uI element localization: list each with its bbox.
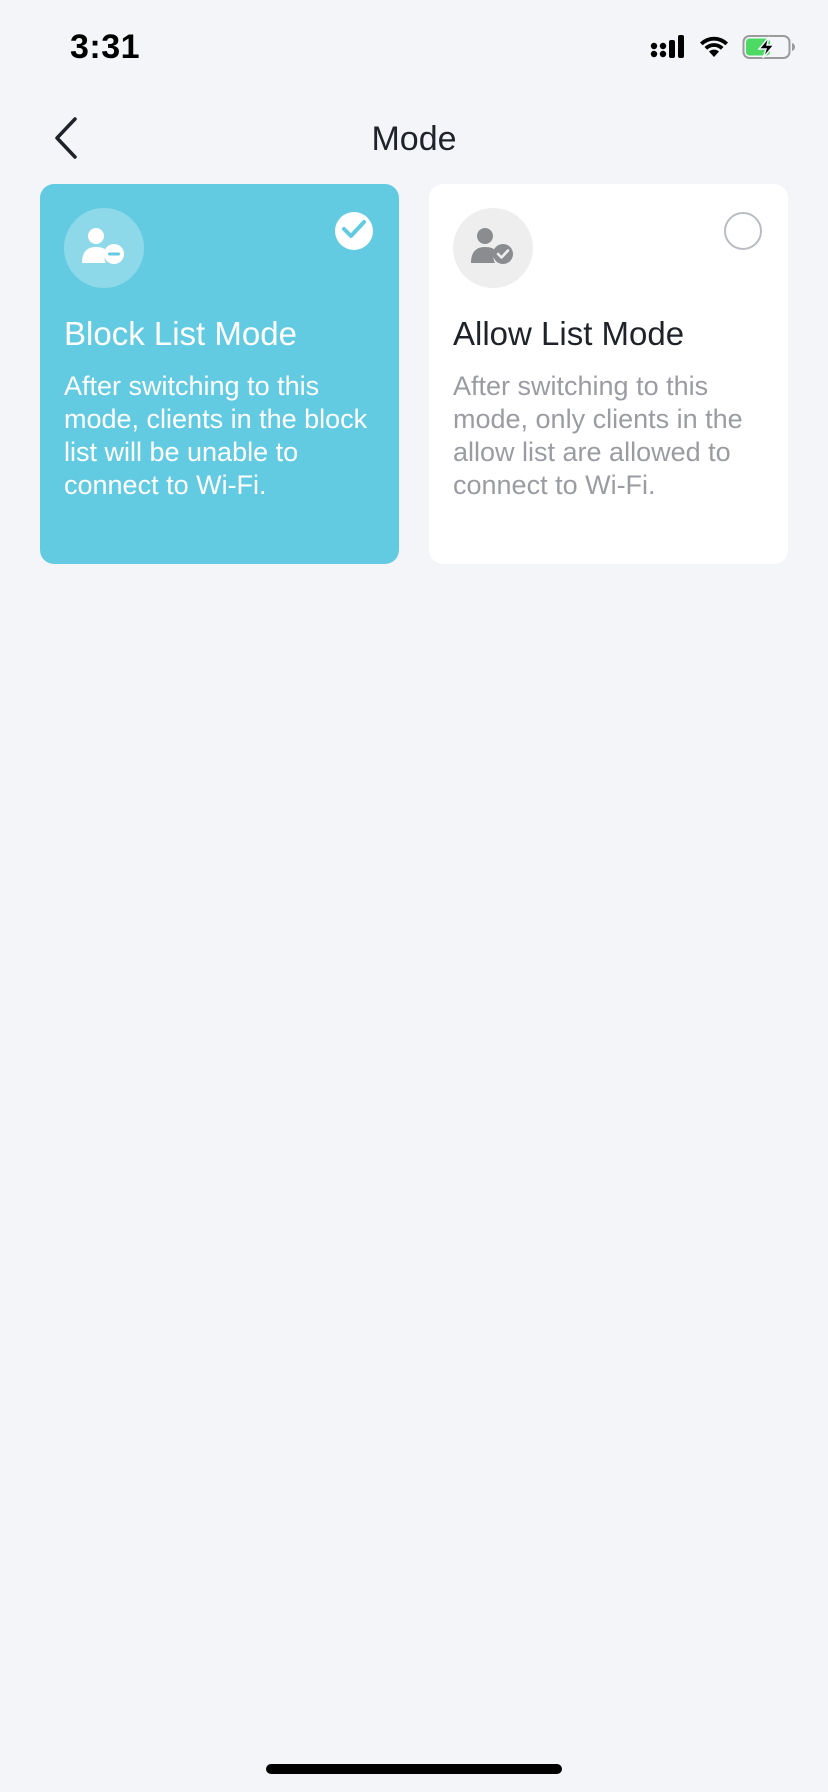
user-check-icon <box>471 227 515 270</box>
battery-charging-icon <box>742 34 796 65</box>
mode-title: Block List Mode <box>64 315 297 352</box>
wifi-icon <box>698 35 730 64</box>
mode-card-allow-list[interactable]: Allow List Mode After switching to this … <box>429 184 788 564</box>
mode-card-block-list[interactable]: Block List Mode After switching to this … <box>40 184 399 564</box>
status-bar: 3:31 <box>0 0 828 100</box>
checkmark-icon <box>341 218 367 245</box>
nav-bar: Mode <box>0 100 828 180</box>
mode-icon-container <box>64 208 144 288</box>
mode-description: After switching to this mode, clients in… <box>64 371 368 500</box>
status-icons <box>650 34 796 65</box>
mode-title: Allow List Mode <box>453 315 685 352</box>
mode-radio-selected[interactable] <box>335 212 373 250</box>
mode-description: After switching to this mode, only clien… <box>453 371 743 500</box>
mode-icon-container <box>453 208 533 288</box>
cellular-signal-icon <box>650 34 686 65</box>
mode-card-list: Block List Mode After switching to this … <box>40 184 788 564</box>
status-time: 3:31 <box>70 28 141 66</box>
page-title: Mode <box>371 120 457 158</box>
mode-radio-unselected[interactable] <box>724 212 762 250</box>
user-minus-icon <box>82 227 126 270</box>
home-indicator <box>266 1764 562 1774</box>
